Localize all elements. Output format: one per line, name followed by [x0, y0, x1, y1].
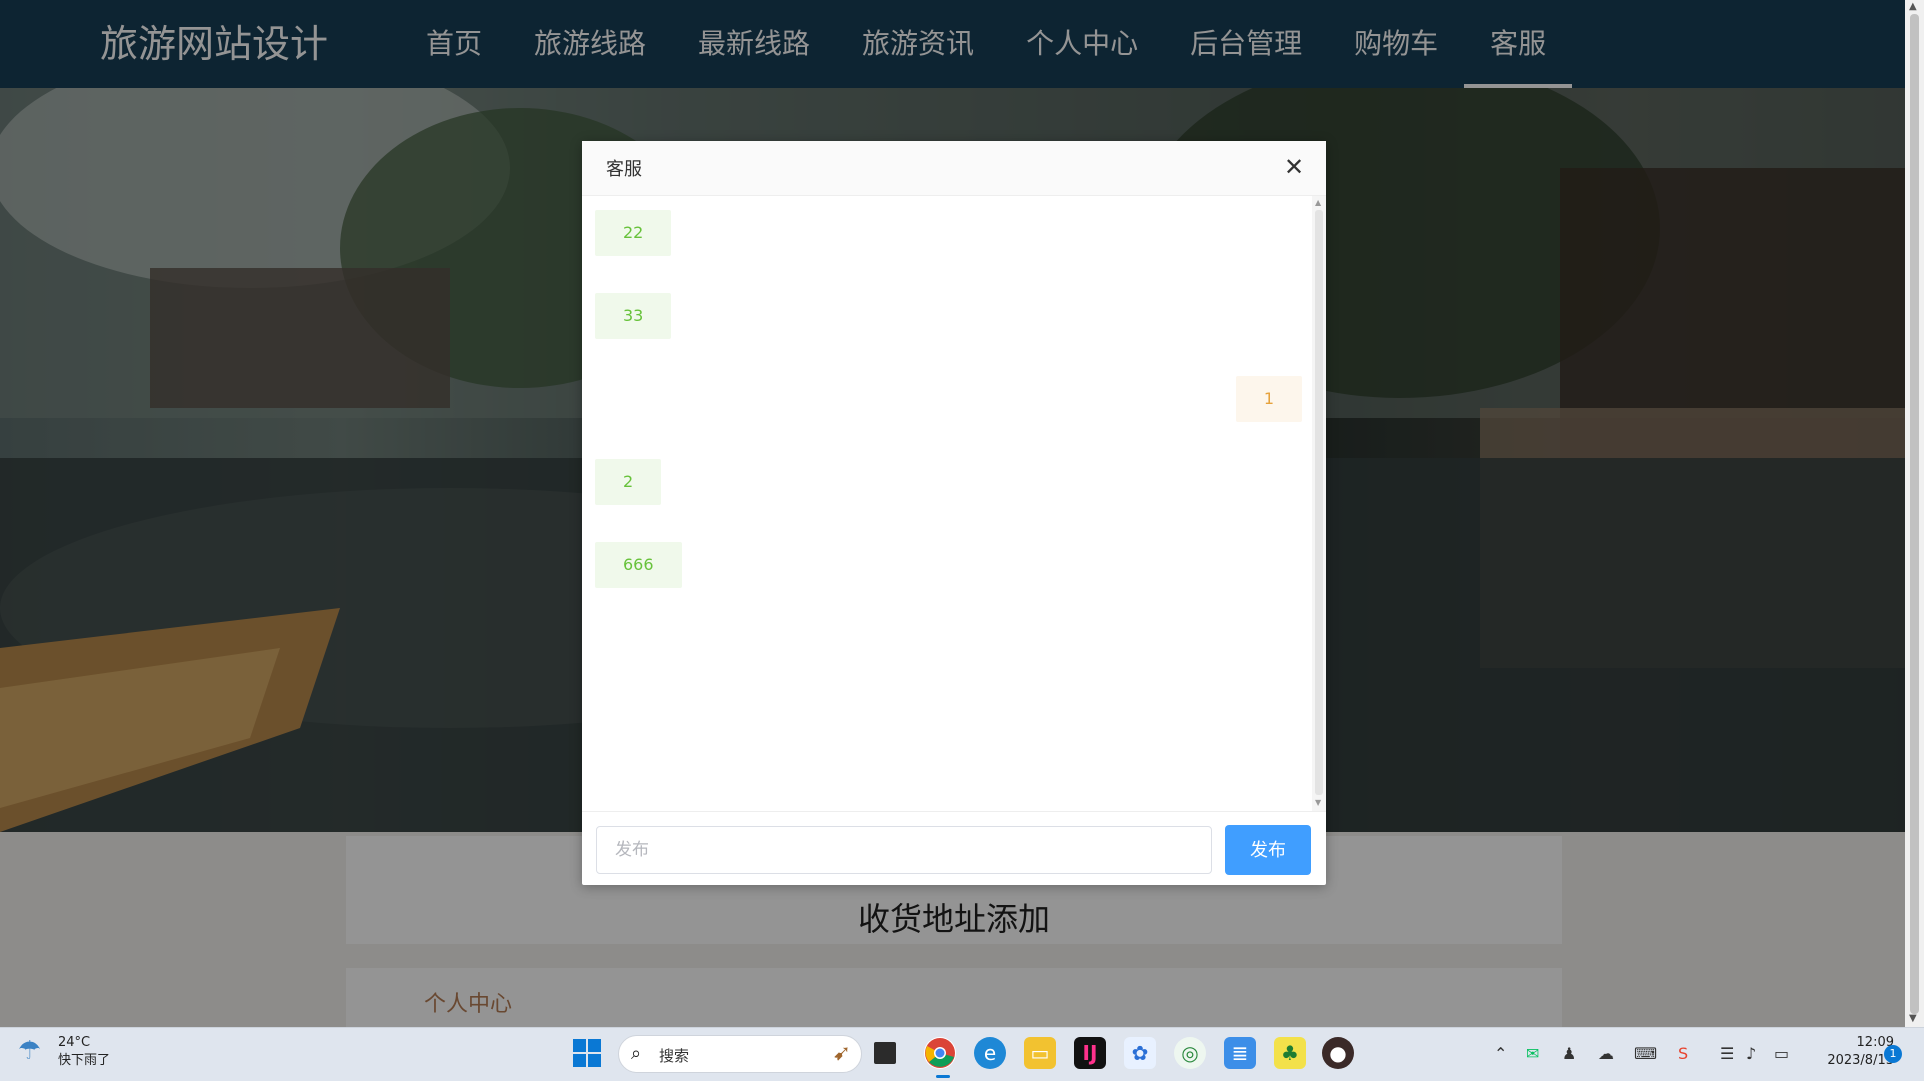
windows-taskbar: ☂ 24°C 快下雨了 ⌕ 搜索 ➹ e ▭ IJ ✿ ◎ ≣ ♣ ● ⌃ ✉ …	[0, 1027, 1924, 1081]
colorful-app-icon[interactable]: ◎	[1174, 1037, 1206, 1069]
onedrive-cloud-icon[interactable]: ☁	[1598, 1044, 1614, 1064]
scroll-up-arrow-icon[interactable]: ▲	[1909, 1, 1917, 13]
sogou-input-icon[interactable]: S	[1678, 1044, 1688, 1064]
clock-date: 2023/8/13	[1827, 1053, 1894, 1068]
wechat-icon[interactable]: ✉	[1526, 1044, 1539, 1064]
cloud-app-icon[interactable]: ✿	[1124, 1037, 1156, 1069]
dialog-title: 客服	[606, 159, 642, 180]
intellij-icon[interactable]: IJ	[1074, 1037, 1106, 1069]
chat-message-right: 1	[1235, 376, 1302, 422]
volume-icon[interactable]: ♪	[1746, 1044, 1756, 1064]
notepad-icon[interactable]: ≣	[1224, 1037, 1256, 1069]
task-view-icon[interactable]	[874, 1042, 896, 1064]
chrome-icon[interactable]	[924, 1037, 956, 1069]
qq-icon[interactable]: ♟	[1562, 1044, 1576, 1064]
weather-temp: 24°C	[58, 1035, 91, 1050]
clock-time: 12:09	[1856, 1035, 1894, 1050]
windows-start-icon[interactable]	[573, 1039, 601, 1067]
chat-scrollbar[interactable]: ▲ ▼	[1312, 196, 1326, 811]
active-app-indicator	[936, 1075, 950, 1078]
search-placeholder: 搜索	[659, 1047, 690, 1065]
scroll-down-arrow-icon[interactable]: ▼	[1909, 1013, 1917, 1025]
customer-service-dialog: 客服 ✕ 22 33 1 2 666 ▲ ▼ 发布	[582, 141, 1326, 885]
ime-keyboard-icon[interactable]: ⌨	[1634, 1044, 1657, 1064]
chat-message-input[interactable]	[596, 826, 1212, 874]
page-scroll-thumb[interactable]	[1910, 14, 1919, 1014]
page-scrollbar[interactable]: ▲ ▼	[1905, 0, 1924, 1027]
dialog-header: 客服 ✕	[582, 141, 1326, 196]
notification-badge[interactable]: 1	[1884, 1045, 1902, 1063]
taskbar-clock[interactable]: 12:09 2023/8/13	[1810, 1034, 1894, 1070]
dialog-footer: 发布	[582, 811, 1326, 886]
chat-message-left: 666	[595, 542, 682, 588]
send-button[interactable]: 发布	[1225, 825, 1311, 875]
chat-scroll-thumb[interactable]	[1315, 210, 1323, 795]
chat-message-left: 33	[595, 293, 672, 339]
scroll-down-arrow-icon[interactable]: ▼	[1315, 798, 1321, 808]
umbrella-rain-icon: ☂	[18, 1036, 42, 1066]
edge-icon[interactable]: e	[974, 1037, 1006, 1069]
chat-message-left: 2	[595, 459, 662, 505]
chat-message-left: 22	[595, 210, 672, 256]
search-icon: ⌕	[631, 1043, 642, 1064]
weather-widget[interactable]: ☂ 24°C 快下雨了	[18, 1034, 110, 1070]
avatar-app-icon[interactable]: ●	[1322, 1037, 1354, 1069]
battery-icon[interactable]: ▭	[1774, 1044, 1789, 1064]
wifi-icon[interactable]: ☰	[1720, 1044, 1734, 1064]
chat-message-list[interactable]: 22 33 1 2 666	[582, 196, 1312, 811]
web-page: 旅游网站设计 首页 旅游线路 最新线路 旅游资讯 个人中心 后台管理 购物车 客…	[0, 0, 1905, 1027]
chevron-up-icon[interactable]: ⌃	[1494, 1044, 1507, 1064]
green-app-icon[interactable]: ♣	[1274, 1037, 1306, 1069]
weather-desc: 快下雨了	[58, 1053, 111, 1068]
scroll-up-arrow-icon[interactable]: ▲	[1315, 198, 1321, 208]
close-icon[interactable]: ✕	[1280, 153, 1308, 181]
bird-icon: ➹	[832, 1041, 851, 1066]
taskbar-search-box[interactable]: ⌕ 搜索 ➹	[618, 1035, 862, 1073]
file-explorer-icon[interactable]: ▭	[1024, 1037, 1056, 1069]
